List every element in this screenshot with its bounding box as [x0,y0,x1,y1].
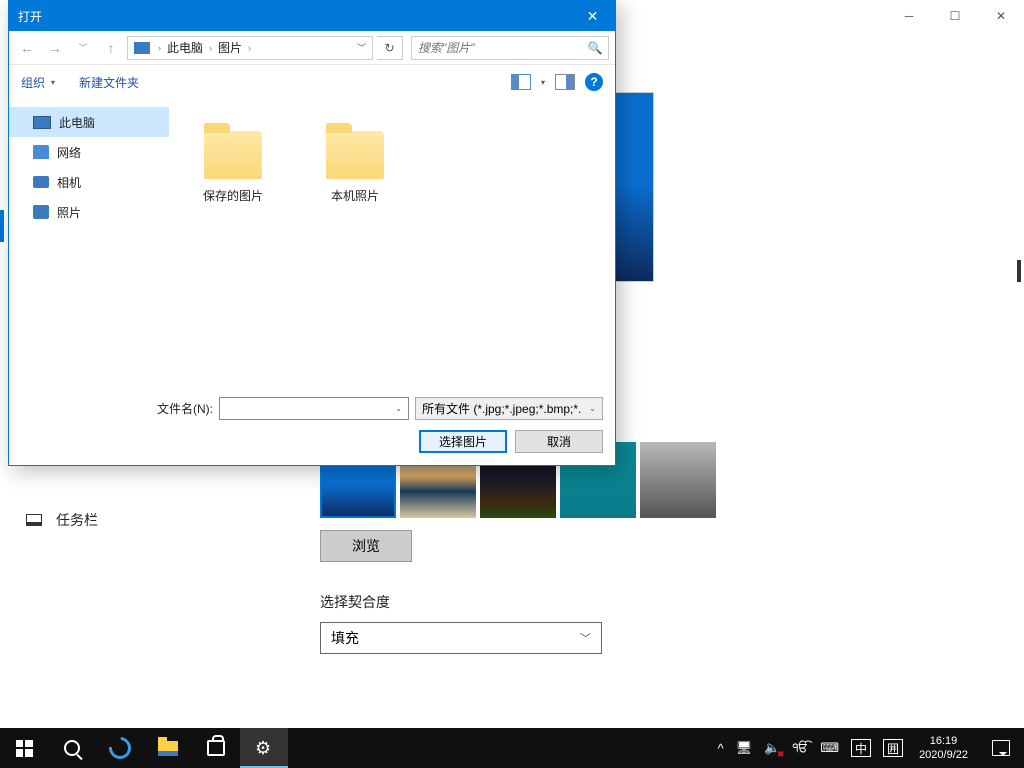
right-edge-indicator [1017,260,1021,282]
fit-value: 填充 [331,628,359,648]
sidebar-item-label: 任务栏 [56,510,98,530]
sidebar-item-taskbar[interactable]: 任务栏 [18,502,320,538]
address-bar[interactable]: › 此电脑 › 图片 › ﹀ [127,36,373,60]
taskbar: ⚙ ^ 🖥 🔈✖ ੴ ⌨ 中 囲 16:19 2020/9/22 [0,728,1024,768]
tray-display-icon[interactable]: 🖥 [730,728,759,768]
dialog-bottom: 文件名(N): ⌄ 所有文件 (*.jpg;*.jpeg;*.bmp;*. ⌄ … [9,389,615,465]
taskbar-explorer[interactable] [144,728,192,768]
breadcrumb-1[interactable]: 图片 [214,39,246,56]
folder-camera-roll[interactable]: 本机照片 [315,115,395,204]
dialog-tree: 此电脑 网络 相机 照片 [9,99,169,389]
clock-date: 2020/9/22 [919,748,968,762]
dialog-toolbar: 组织▾ 新建文件夹 ▾ ? [9,65,615,99]
chevron-down-icon[interactable]: ⌄ [395,404,402,413]
open-button[interactable]: 选择图片 [419,430,507,453]
filename-input[interactable]: ⌄ [219,397,409,420]
address-dropdown-icon[interactable]: ﹀ [351,41,372,54]
taskbar-search-button[interactable] [48,728,96,768]
tray-ime-lang[interactable]: 中 [845,728,877,768]
taskbar-icon [26,514,42,526]
search-input[interactable] [412,41,582,55]
browse-button[interactable]: 浏览 [320,530,412,562]
folder-saved-pictures[interactable]: 保存的图片 [193,115,273,204]
breadcrumb-0[interactable]: 此电脑 [163,39,207,56]
nav-up-button[interactable]: ↑ [99,36,123,60]
pc-icon [134,42,150,54]
search-icon[interactable]: 🔍 [582,41,608,55]
explorer-icon [158,741,178,756]
cancel-button[interactable]: 取消 [515,430,603,453]
view-mode-button[interactable] [511,74,531,90]
tray-ease-icon[interactable]: ੴ [786,728,814,768]
taskbar-clock[interactable]: 16:19 2020/9/22 [909,734,978,763]
dialog-title: 打开 [9,8,570,25]
sidebar-accent [0,210,4,242]
breadcrumb-sep: › [246,43,253,53]
folder-label: 保存的图片 [203,187,263,204]
dialog-close-button[interactable]: ✕ [570,1,615,31]
system-tray: ^ 🖥 🔈✖ ੴ ⌨ 中 囲 16:19 2020/9/22 [712,728,1024,768]
dialog-file-list[interactable]: 保存的图片 本机照片 [169,99,615,389]
preview-pane-button[interactable] [555,74,575,90]
tray-keyboard-icon[interactable]: ⌨ [814,728,845,768]
edge-icon [105,733,136,764]
maximize-button[interactable]: ☐ [932,0,978,32]
dialog-titlebar: 打开 ✕ [9,1,615,31]
dialog-navbar: ← → ﹀ ↑ › 此电脑 › 图片 › ﹀ ↻ 🔍 [9,31,615,65]
tray-ime-mode[interactable]: 囲 [877,728,909,768]
pc-icon [33,116,51,129]
folder-label: 本机照片 [331,187,379,204]
filename-label: 文件名(N): [157,400,213,417]
filetype-select[interactable]: 所有文件 (*.jpg;*.jpeg;*.bmp;*. ⌄ [415,397,603,420]
nav-forward-button[interactable]: → [43,36,67,60]
notification-icon [992,740,1010,756]
file-open-dialog: 打开 ✕ ← → ﹀ ↑ › 此电脑 › 图片 › ﹀ ↻ 🔍 组织▾ 新建文件… [8,0,616,466]
chevron-down-icon: ⌄ [589,404,596,413]
tree-item-camera[interactable]: 相机 [9,167,169,197]
nav-recent-button[interactable]: ﹀ [71,36,95,60]
fit-select[interactable]: 填充 ﹀ [320,622,602,654]
search-icon [64,740,80,756]
organize-menu[interactable]: 组织▾ [21,74,55,91]
breadcrumb-sep: › [207,43,214,53]
tray-overflow-button[interactable]: ^ [712,728,730,768]
dialog-main: 此电脑 网络 相机 照片 保存的图片 本机照片 [9,99,615,389]
camera-icon [33,176,49,188]
tree-item-photos[interactable]: 照片 [9,197,169,227]
filetype-value: 所有文件 (*.jpg;*.jpeg;*.bmp;*. [422,400,581,417]
network-icon [33,145,49,159]
action-center-button[interactable] [978,728,1024,768]
new-folder-button[interactable]: 新建文件夹 [79,74,139,91]
minimize-button[interactable]: ─ [886,0,932,32]
photos-icon [33,205,49,219]
folder-icon [204,131,262,179]
tray-volume-icon[interactable]: 🔈✖ [758,728,786,768]
taskbar-store[interactable] [192,728,240,768]
nav-back-button[interactable]: ← [15,36,39,60]
clock-time: 16:19 [919,734,968,748]
close-button[interactable]: ✕ [978,0,1024,32]
wallpaper-thumb-4[interactable] [640,442,716,518]
start-button[interactable] [0,728,48,768]
fit-heading: 选择契合度 [320,592,1024,612]
view-dropdown-icon[interactable]: ▾ [541,78,545,87]
taskbar-settings[interactable]: ⚙ [240,728,288,768]
chevron-down-icon: ﹀ [580,630,591,646]
refresh-button[interactable]: ↻ [377,36,403,60]
gear-icon: ⚙ [255,738,273,756]
search-box[interactable]: 🔍 [411,36,609,60]
help-button[interactable]: ? [585,73,603,91]
store-icon [207,740,225,756]
tree-item-network[interactable]: 网络 [9,137,169,167]
tree-item-this-pc[interactable]: 此电脑 [9,107,169,137]
breadcrumb-sep: › [156,43,163,53]
folder-icon [326,131,384,179]
taskbar-edge[interactable] [96,728,144,768]
